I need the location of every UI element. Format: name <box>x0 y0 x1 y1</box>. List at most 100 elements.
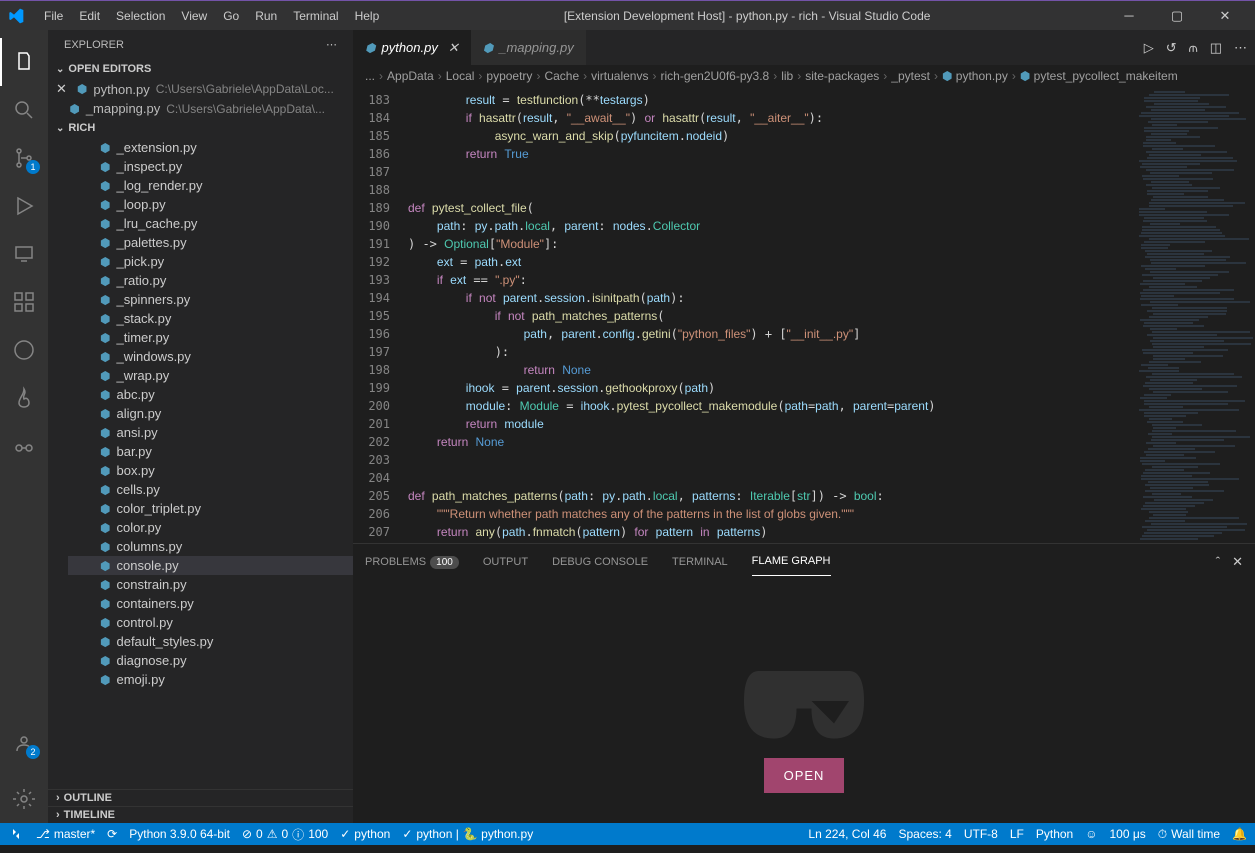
open-editor-item[interactable]: ✕⬢python.pyC:\Users\Gabriele\AppData\Loc… <box>48 79 353 99</box>
file-list[interactable]: ⬢_extension.py⬢_inspect.py⬢_log_render.p… <box>48 138 353 789</box>
file-item[interactable]: ⬢_ratio.py <box>68 271 353 290</box>
file-item[interactable]: ⬢constrain.py <box>68 575 353 594</box>
editor-tab[interactable]: ⬢python.py✕ <box>353 30 471 65</box>
settings-icon[interactable] <box>0 775 48 823</box>
remote-status[interactable] <box>8 826 24 842</box>
bell-icon[interactable]: 🔔 <box>1232 827 1247 841</box>
menu-selection[interactable]: Selection <box>108 5 173 27</box>
file-item[interactable]: ⬢cells.py <box>68 480 353 499</box>
panel-tab-flame-graph[interactable]: FLAME GRAPH <box>752 547 831 576</box>
menu-file[interactable]: File <box>36 5 71 27</box>
breadcrumb-item[interactable]: site-packages <box>805 69 879 83</box>
feedback-icon[interactable]: ☺ <box>1085 827 1097 841</box>
code-editor[interactable]: 1831841851861871881891901911921931941951… <box>353 87 1255 543</box>
outline-section[interactable]: ›OUTLINE <box>48 789 353 806</box>
breadcrumb-item[interactable]: rich-gen2U0f6-py3.8 <box>660 69 769 83</box>
file-item[interactable]: ⬢_wrap.py <box>68 366 353 385</box>
extensions-icon[interactable] <box>0 278 48 326</box>
open-button[interactable]: OPEN <box>764 758 845 793</box>
menu-terminal[interactable]: Terminal <box>285 5 346 27</box>
language-status[interactable]: Python <box>1036 827 1073 841</box>
breadcrumb-item[interactable]: _pytest <box>891 69 930 83</box>
menu-edit[interactable]: Edit <box>71 5 108 27</box>
file-item[interactable]: ⬢_extension.py <box>68 138 353 157</box>
file-item[interactable]: ⬢default_styles.py <box>68 632 353 651</box>
file-item[interactable]: ⬢diagnose.py <box>68 651 353 670</box>
sync-status[interactable]: ⟳ <box>107 827 117 841</box>
open-editors-section[interactable]: ⌄OPEN EDITORS <box>48 59 353 79</box>
file-item[interactable]: ⬢_log_render.py <box>68 176 353 195</box>
search-icon[interactable] <box>0 86 48 134</box>
wall-time[interactable]: ⏱ Wall time <box>1158 827 1220 842</box>
editor-tab[interactable]: ⬢_mapping.py <box>471 30 586 65</box>
python-interpreter[interactable]: Python 3.9.0 64-bit <box>129 827 230 841</box>
file-item[interactable]: ⬢_stack.py <box>68 309 353 328</box>
remote-icon[interactable] <box>0 230 48 278</box>
run-icon[interactable]: ▷ <box>1144 40 1154 56</box>
timeline-section[interactable]: ›TIMELINE <box>48 806 353 823</box>
history-icon[interactable]: ↺ <box>1166 40 1177 56</box>
file-item[interactable]: ⬢containers.py <box>68 594 353 613</box>
branch-status[interactable]: ⎇ master* <box>36 827 95 841</box>
problems-status[interactable]: ⊘ 0 ⚠ 0 ⓘ 100 <box>242 826 328 843</box>
flame-icon[interactable] <box>0 374 48 422</box>
file-item[interactable]: ⬢align.py <box>68 404 353 423</box>
indent-status[interactable]: Spaces: 4 <box>898 827 951 841</box>
file-item[interactable]: ⬢_pick.py <box>68 252 353 271</box>
more-icon[interactable]: ⋯ <box>1234 40 1247 56</box>
task-python[interactable]: ✓ python <box>340 827 390 841</box>
accounts-icon[interactable]: 2 <box>0 719 48 767</box>
panel-tab-output[interactable]: OUTPUT <box>483 548 528 576</box>
breadcrumb-item[interactable]: ⬢ pytest_pycollect_makeitem <box>1020 69 1178 83</box>
file-item[interactable]: ⬢control.py <box>68 613 353 632</box>
breadcrumb-item[interactable]: virtualenvs <box>591 69 648 83</box>
file-item[interactable]: ⬢_loop.py <box>68 195 353 214</box>
file-item[interactable]: ⬢ansi.py <box>68 423 353 442</box>
breadcrumb-item[interactable]: Cache <box>544 69 579 83</box>
panel-max-icon[interactable]: ˆ <box>1216 554 1220 570</box>
panel-close-icon[interactable]: ✕ <box>1232 554 1243 570</box>
file-item[interactable]: ⬢_spinners.py <box>68 290 353 309</box>
open-editor-item[interactable]: ⬢_mapping.pyC:\Users\Gabriele\AppData\..… <box>48 99 353 118</box>
file-item[interactable]: ⬢abc.py <box>68 385 353 404</box>
scm-icon[interactable]: 1 <box>0 134 48 182</box>
breadcrumb-item[interactable]: pypoetry <box>486 69 532 83</box>
cursor-position[interactable]: Ln 224, Col 46 <box>808 827 886 841</box>
panel-tab-debug-console[interactable]: DEBUG CONSOLE <box>552 548 648 576</box>
menu-help[interactable]: Help <box>347 5 388 27</box>
file-item[interactable]: ⬢_windows.py <box>68 347 353 366</box>
split-icon[interactable]: ◫ <box>1210 40 1222 56</box>
panel-tab-terminal[interactable]: TERMINAL <box>672 548 728 576</box>
file-item[interactable]: ⬢columns.py <box>68 537 353 556</box>
encoding-status[interactable]: UTF-8 <box>964 827 998 841</box>
panel-tab-problems[interactable]: PROBLEMS100 <box>365 548 459 576</box>
file-item[interactable]: ⬢box.py <box>68 461 353 480</box>
file-item[interactable]: ⬢_palettes.py <box>68 233 353 252</box>
file-item[interactable]: ⬢_lru_cache.py <box>68 214 353 233</box>
file-item[interactable]: ⬢console.py <box>68 556 353 575</box>
file-item[interactable]: ⬢color.py <box>68 518 353 537</box>
file-item[interactable]: ⬢emoji.py <box>68 670 353 689</box>
explorer-more-icon[interactable]: ⋯ <box>326 38 337 51</box>
breadcrumb-item[interactable]: ... <box>365 69 375 83</box>
maximize-button[interactable]: ▢ <box>1155 1 1199 31</box>
breadcrumb-item[interactable]: AppData <box>387 69 434 83</box>
timing-status[interactable]: 100 μs <box>1110 827 1146 841</box>
file-item[interactable]: ⬢_timer.py <box>68 328 353 347</box>
file-item[interactable]: ⬢_inspect.py <box>68 157 353 176</box>
breadcrumb-item[interactable]: Local <box>446 69 475 83</box>
task-python-file[interactable]: ✓ python | 🐍 python.py <box>402 827 533 841</box>
file-item[interactable]: ⬢color_triplet.py <box>68 499 353 518</box>
github-icon[interactable] <box>0 326 48 374</box>
debug-icon[interactable] <box>0 182 48 230</box>
close-icon[interactable]: ✕ <box>56 81 67 97</box>
menu-go[interactable]: Go <box>215 5 247 27</box>
breadcrumb[interactable]: ...›AppData›Local›pypoetry›Cache›virtual… <box>353 65 1255 87</box>
breadcrumb-item[interactable]: lib <box>781 69 793 83</box>
glasses-icon[interactable] <box>0 422 48 470</box>
menu-view[interactable]: View <box>173 5 215 27</box>
explorer-icon[interactable] <box>0 38 48 86</box>
minimap[interactable] <box>1135 87 1255 543</box>
diff-icon[interactable]: ⫙ <box>1189 40 1198 56</box>
code-content[interactable]: result = testfunction(**testargs) if has… <box>408 87 1135 543</box>
